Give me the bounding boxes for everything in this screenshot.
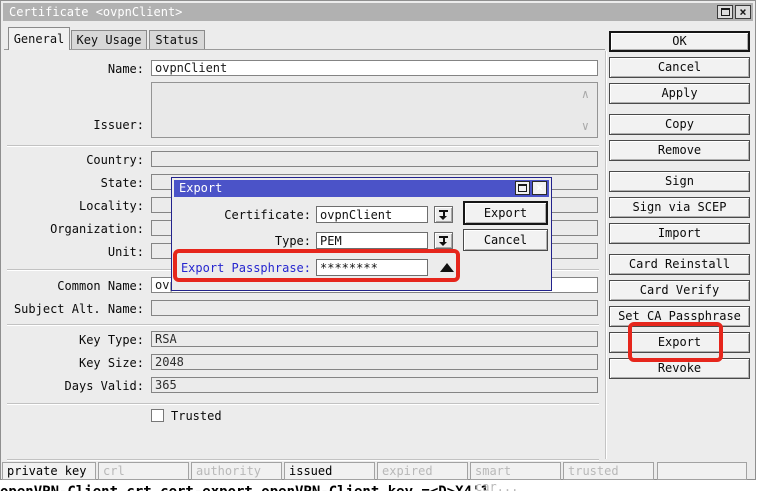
subject-alt-name-label: Subject Alt. Name: <box>13 302 144 316</box>
field-row-name: Name: <box>5 60 605 77</box>
name-input[interactable] <box>151 60 598 76</box>
copy-button[interactable]: Copy <box>609 114 750 135</box>
key-type-input <box>151 331 598 347</box>
field-row-days-valid: Days Valid: <box>5 377 605 394</box>
export-dialog-titlebar[interactable]: Export × <box>174 180 549 197</box>
country-label: Country: <box>86 153 144 167</box>
window-titlebar[interactable]: Certificate <ovpnClient> × <box>3 3 753 21</box>
window-title: Certificate <ovpnClient> <box>9 5 183 19</box>
separator <box>7 145 599 147</box>
certificate-label: Certificate: <box>224 208 311 222</box>
issuer-label: Issuer: <box>93 118 144 132</box>
separator <box>7 459 599 461</box>
cancel-button[interactable]: Cancel <box>609 57 750 78</box>
key-size-input <box>151 354 598 370</box>
key-type-label: Key Type: <box>78 333 144 347</box>
dialog-export-button[interactable]: Export <box>463 201 548 225</box>
days-valid-input <box>151 377 598 393</box>
separator <box>7 324 599 326</box>
import-button[interactable]: Import <box>609 223 750 244</box>
scroll-up-icon[interactable]: ∧ <box>582 88 589 100</box>
close-icon: × <box>739 5 747 19</box>
sign-via-scep-button[interactable]: Sign via SCEP <box>609 197 750 218</box>
tab-key-usage[interactable]: Key Usage <box>71 30 147 49</box>
export-passphrase-input[interactable] <box>316 259 428 276</box>
export-dialog: Export × Certificate: Type: <box>171 177 552 291</box>
flag-smart-card: smart car... <box>470 462 561 491</box>
scroll-down-icon[interactable]: ∨ <box>582 120 589 132</box>
set-ca-passphrase-button[interactable]: Set CA Passphrase <box>609 306 750 327</box>
dialog-cancel-button[interactable]: Cancel <box>463 229 548 251</box>
collapse-up-icon[interactable] <box>440 263 454 272</box>
field-row-subject-alt-name: Subject Alt. Name: <box>5 300 605 317</box>
maximize-button[interactable] <box>717 5 733 19</box>
issuer-list: ∧ ∨ <box>151 82 598 138</box>
separator <box>7 403 599 405</box>
field-row-key-size: Key Size: <box>5 354 605 371</box>
apply-button[interactable]: Apply <box>609 83 750 104</box>
card-verify-button[interactable]: Card Verify <box>609 280 750 301</box>
background-text: openVPN-Client.crt cert-export openVPN-C… <box>0 484 489 491</box>
country-input <box>151 151 598 167</box>
export-button[interactable]: Export <box>609 332 750 353</box>
days-valid-label: Days Valid: <box>64 379 144 393</box>
screen: Certificate <ovpnClient> × General Key U… <box>0 0 757 491</box>
key-size-label: Key Size: <box>78 356 144 370</box>
sign-button[interactable]: Sign <box>609 171 750 192</box>
flag-authority: authority <box>191 462 282 480</box>
tab-status[interactable]: Status <box>149 30 205 49</box>
pane-divider <box>605 51 607 459</box>
export-dialog-title: Export <box>179 181 223 195</box>
locality-label: Locality: <box>78 199 144 213</box>
tab-general[interactable]: General <box>8 27 70 50</box>
name-label: Name: <box>107 62 144 76</box>
tab-divider <box>4 49 605 50</box>
field-row-key-type: Key Type: <box>5 331 605 348</box>
flag-trusted: trusted <box>563 462 654 480</box>
flag-private-key: private key <box>2 462 96 480</box>
dialog-row-passphrase: Export Passphrase: <box>172 259 553 277</box>
card-reinstall-button[interactable]: Card Reinstall <box>609 254 750 275</box>
field-row-trusted: Trusted <box>5 409 605 426</box>
flag-empty <box>657 462 747 480</box>
remove-button[interactable]: Remove <box>609 140 750 161</box>
dialog-maximize-button[interactable] <box>515 181 530 195</box>
flag-issued: issued <box>284 462 375 480</box>
dialog-close-button[interactable]: × <box>532 181 547 195</box>
field-row-country: Country: <box>5 151 605 168</box>
background-text-strip: openVPN-Client.crt cert-export openVPN-C… <box>0 481 757 491</box>
subject-alt-name-input <box>151 300 598 316</box>
organization-label: Organization: <box>50 222 144 236</box>
maximize-icon <box>721 8 730 16</box>
certificate-input[interactable] <box>316 206 428 223</box>
unit-label: Unit: <box>107 245 144 259</box>
field-row-issuer: Issuer: ∧ ∨ <box>5 82 605 138</box>
ok-button[interactable]: OK <box>609 31 750 52</box>
state-label: State: <box>100 176 144 190</box>
close-button[interactable]: × <box>735 5 751 19</box>
type-input[interactable] <box>316 232 428 249</box>
revoke-button[interactable]: Revoke <box>609 358 750 379</box>
certificate-dropdown-icon[interactable] <box>434 206 453 223</box>
common-name-label: Common Name: <box>57 279 144 293</box>
close-icon: × <box>536 181 543 194</box>
type-label: Type: <box>274 234 311 248</box>
flag-crl: crl <box>98 462 189 480</box>
maximize-icon <box>518 184 527 192</box>
trusted-checkbox[interactable] <box>151 409 164 422</box>
flag-expired: expired <box>377 462 468 480</box>
type-dropdown-icon[interactable] <box>434 232 453 249</box>
trusted-label: Trusted <box>171 409 222 423</box>
export-passphrase-label: Export Passphrase: <box>180 261 311 275</box>
dropdown-arrow <box>439 242 447 246</box>
dropdown-arrow <box>439 216 447 220</box>
